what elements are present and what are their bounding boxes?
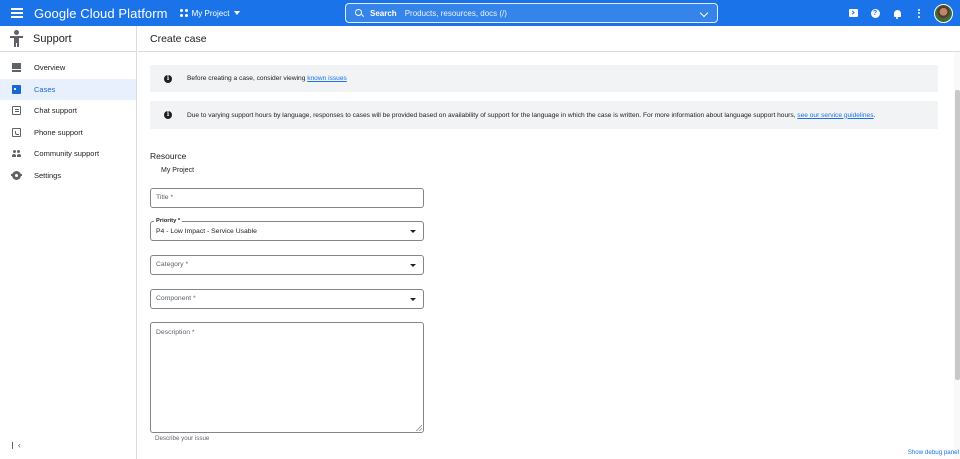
sidebar-item-cases[interactable]: Cases <box>0 78 136 100</box>
search-bar[interactable]: Search Products, resources, docs (/) <box>345 3 718 23</box>
bell-icon <box>893 9 901 19</box>
main-menu-button[interactable] <box>0 0 34 26</box>
sidebar-item-label: Settings <box>34 170 62 180</box>
sidebar-item-phone-support[interactable]: Phone support <box>0 122 136 144</box>
sidebar-item-label: Cases <box>34 84 56 94</box>
chevron-down-icon[interactable] <box>699 8 709 18</box>
project-dots-icon <box>179 9 188 17</box>
sidebar-title: Support <box>33 32 72 45</box>
more-options-button[interactable] <box>908 0 930 26</box>
top-actions: ? <box>842 0 960 26</box>
dropdown-arrow-icon <box>410 297 416 301</box>
sidebar-nav: Overview Cases Chat support Phone suppor… <box>0 57 136 186</box>
project-name: My Project <box>191 8 230 18</box>
page-title: Create case <box>150 32 207 45</box>
collapse-sidebar-button[interactable]: ‹ <box>12 440 21 450</box>
info-icon: i <box>164 111 172 119</box>
more-vert-icon <box>918 8 920 18</box>
notifications-button[interactable] <box>886 0 908 26</box>
avatar[interactable] <box>934 3 953 23</box>
resource-value: My Project <box>161 167 195 174</box>
phone-icon <box>12 127 21 137</box>
priority-value: P4 - Low Impact - Service Usable <box>156 227 257 235</box>
sidebar: Support Overview Cases Chat support Phon… <box>0 26 137 459</box>
search-icon <box>355 8 364 18</box>
priority-label: Priority * <box>154 217 183 225</box>
description-helper-text: Describe your issue <box>155 435 210 442</box>
known-issues-link[interactable]: known issues <box>307 75 347 82</box>
cloud-shell-button[interactable] <box>842 0 864 26</box>
sidebar-header: Support <box>0 26 136 52</box>
page-header: Create case <box>138 26 960 52</box>
notice-text: Due to varying support hours by language… <box>187 111 876 119</box>
sidebar-item-settings[interactable]: Settings <box>0 165 136 187</box>
notice-text: Before creating a case, consider viewing… <box>187 75 347 82</box>
title-placeholder: Title * <box>156 194 174 202</box>
resource-label: Resource <box>150 151 187 161</box>
grid-icon <box>12 63 21 73</box>
component-placeholder: Component * <box>156 295 196 303</box>
cases-icon <box>12 84 21 94</box>
dropdown-arrow-icon <box>410 229 416 233</box>
community-icon <box>12 149 21 158</box>
caret-down-icon <box>234 11 241 15</box>
sidebar-item-chat-support[interactable]: Chat support <box>0 100 136 122</box>
scrollbar-thumb[interactable] <box>954 90 960 380</box>
help-icon: ? <box>870 8 880 18</box>
sidebar-item-label: Chat support <box>34 106 77 116</box>
project-picker[interactable]: My Project <box>179 8 241 18</box>
sidebar-item-label: Overview <box>34 63 66 73</box>
title-input[interactable]: Title * <box>150 188 424 208</box>
resize-handle-icon[interactable] <box>416 425 422 431</box>
gear-icon <box>11 170 22 180</box>
description-placeholder: Description * <box>156 329 195 336</box>
sidebar-item-label: Community support <box>34 149 100 159</box>
accessibility-person-icon <box>10 30 23 47</box>
component-select[interactable]: Component * <box>150 289 424 309</box>
sidebar-item-overview[interactable]: Overview <box>0 57 136 79</box>
category-select[interactable]: Category * <box>150 255 424 275</box>
hamburger-icon <box>11 12 23 14</box>
brand-title[interactable]: Google Cloud Platform <box>34 6 168 21</box>
known-issues-notice: i Before creating a case, consider viewi… <box>150 65 938 92</box>
info-icon: i <box>164 74 172 83</box>
description-textarea[interactable]: Description * <box>150 322 424 433</box>
help-button[interactable]: ? <box>864 0 886 26</box>
search-label: Search <box>370 8 397 18</box>
terminal-icon <box>848 9 858 17</box>
show-debug-panel-link[interactable]: Show debug panel <box>908 449 959 456</box>
collapse-icon: ‹ <box>17 440 21 450</box>
language-support-notice: i Due to varying support hours by langua… <box>150 101 938 129</box>
search-input[interactable]: Products, resources, docs (/) <box>405 9 507 18</box>
priority-select[interactable]: Priority * P4 - Low Impact - Service Usa… <box>150 217 424 241</box>
sidebar-item-community-support[interactable]: Community support <box>0 143 136 165</box>
dropdown-arrow-icon <box>410 263 416 267</box>
service-guidelines-link[interactable]: see our service guidelines <box>797 112 873 119</box>
top-app-bar: Google Cloud Platform My Project Search … <box>0 0 960 26</box>
page-scrollbar[interactable] <box>954 52 960 459</box>
main-content: Create case i Before creating a case, co… <box>138 26 960 459</box>
chat-icon <box>12 106 21 116</box>
sidebar-item-label: Phone support <box>34 127 83 137</box>
category-placeholder: Category * <box>156 261 189 269</box>
